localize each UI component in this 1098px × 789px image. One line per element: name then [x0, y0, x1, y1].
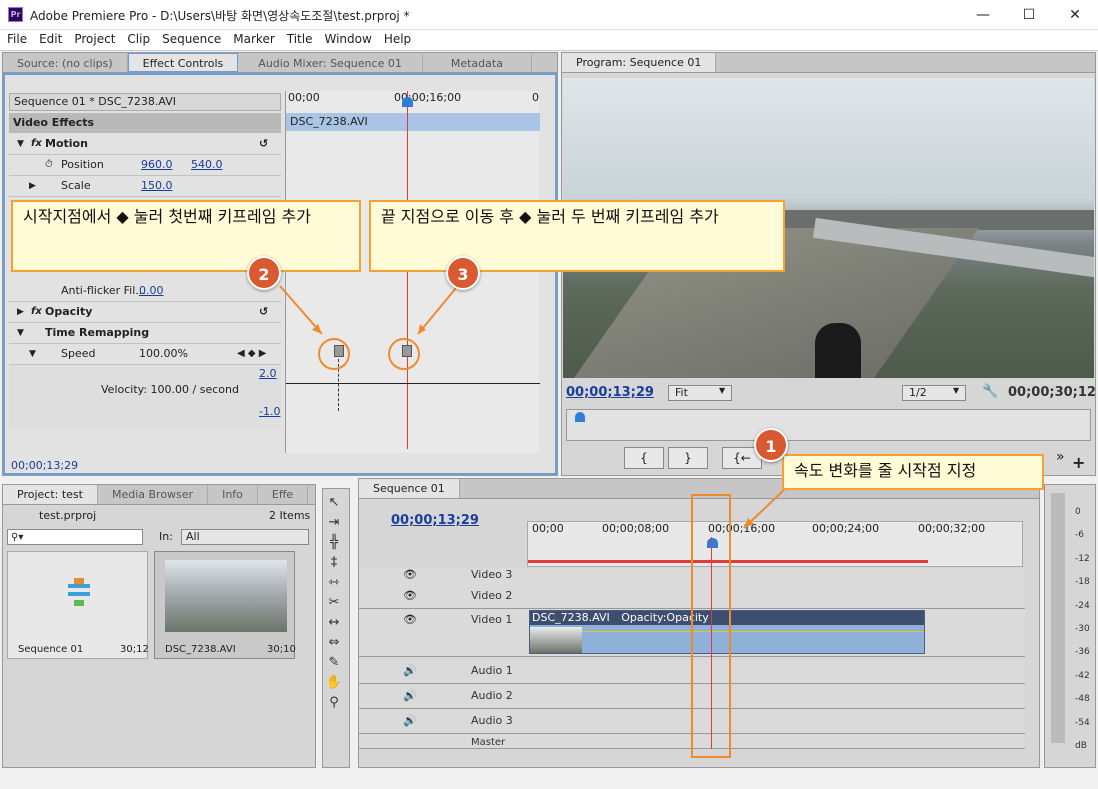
callout-1: 속도 변화를 줄 시작점 지정 — [782, 454, 1044, 490]
step-badge-1: 1 — [754, 428, 788, 462]
step-badge-3: 3 — [446, 256, 480, 290]
step-badge-2: 2 — [247, 256, 281, 290]
callout-2: 시작지점에서 ◆ 눌러 첫번째 키프레임 추가 — [11, 200, 361, 272]
callout-arrows — [279, 285, 787, 529]
callout-3: 끝 지점으로 이동 후 ◆ 눌러 두 번째 키프레임 추가 — [369, 200, 785, 272]
